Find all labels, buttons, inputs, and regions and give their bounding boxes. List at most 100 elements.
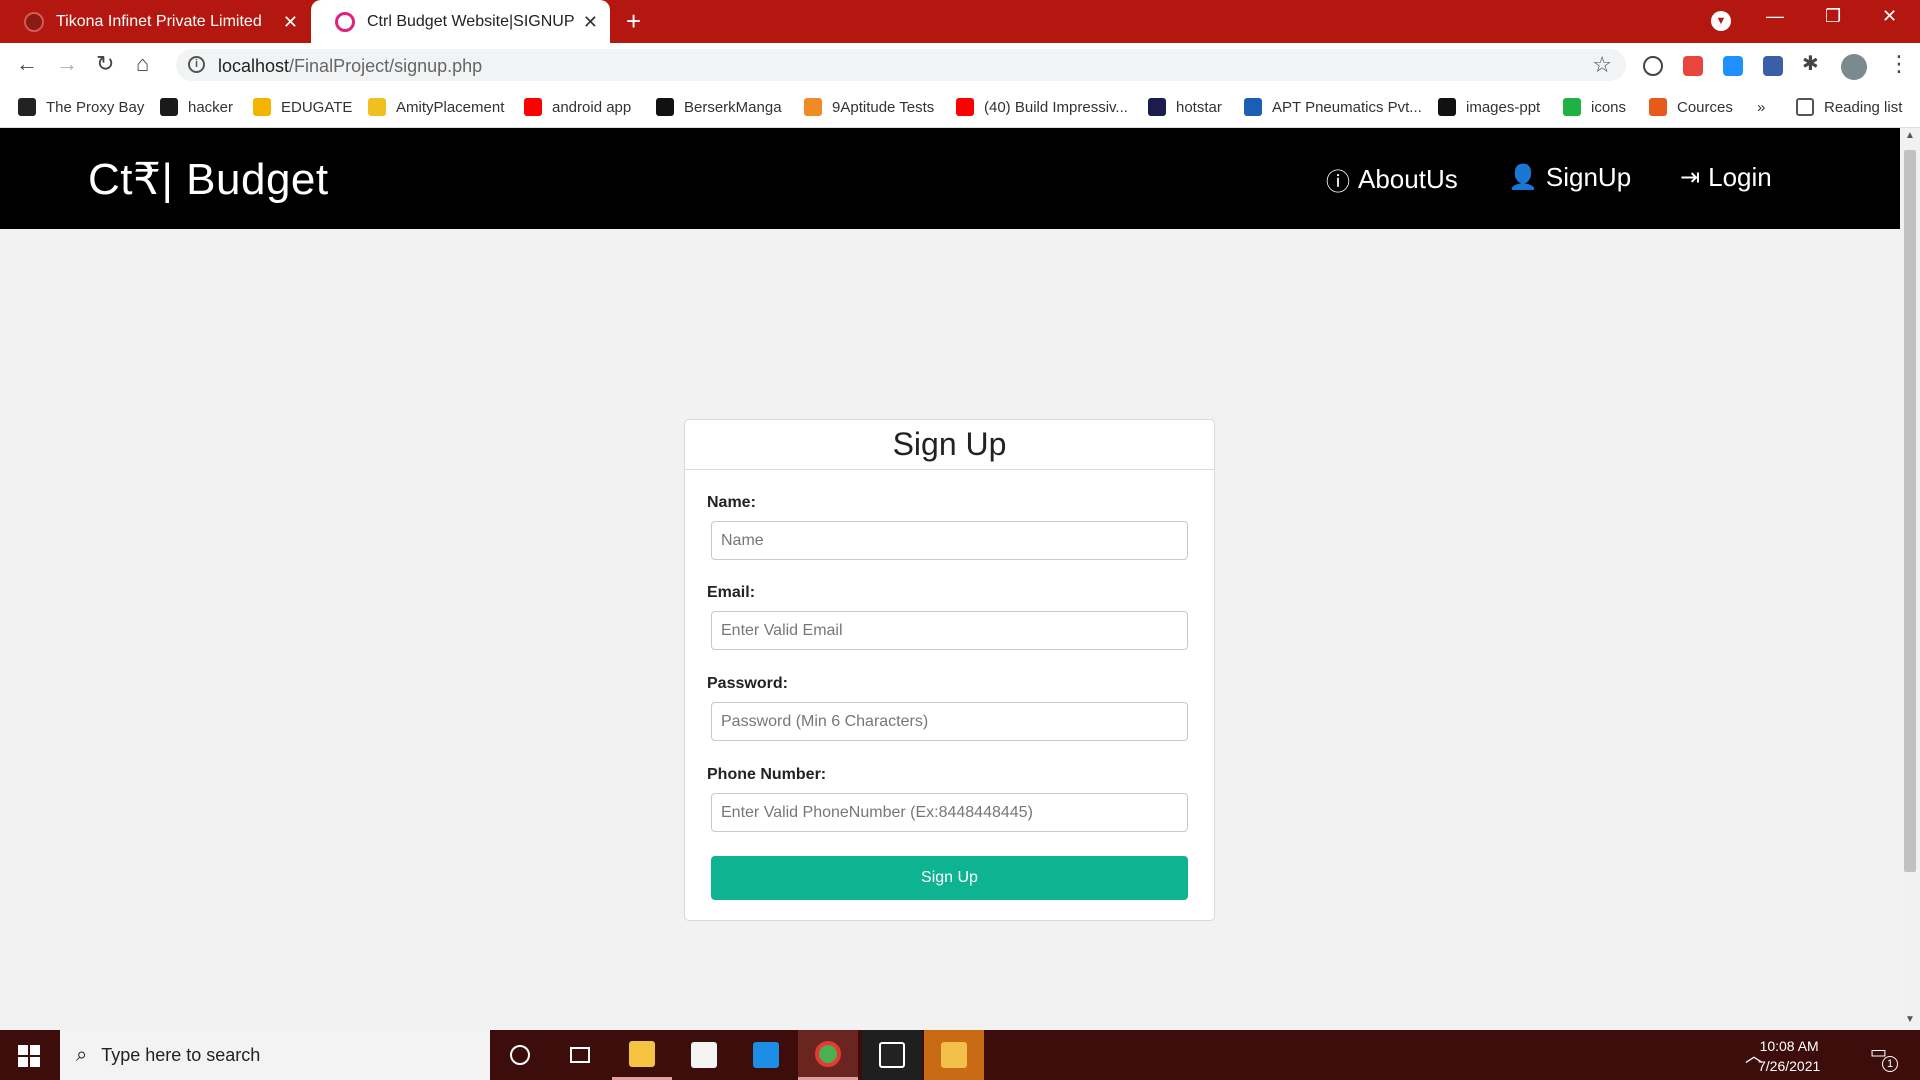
phone-input[interactable] bbox=[711, 793, 1188, 832]
info-circle-icon: ⓘ bbox=[1326, 169, 1350, 196]
bookmarks-overflow-icon[interactable]: » bbox=[1757, 96, 1765, 118]
taskbar-clock[interactable]: 10:08 AM 7/26/2021 bbox=[1758, 1036, 1820, 1076]
tab-search-icon[interactable]: ▼ bbox=[1711, 11, 1731, 31]
bookmark-label: hacker bbox=[188, 98, 234, 116]
notification-count-badge: 1 bbox=[1882, 1056, 1898, 1072]
new-tab-button[interactable]: + bbox=[626, 8, 641, 34]
apt-icon bbox=[1244, 98, 1262, 116]
browser-toolbar: ← → ↻ ⌂ i localhost/FinalProject/signup.… bbox=[0, 43, 1920, 86]
nav-login[interactable]: ⇥ Login bbox=[1680, 162, 1772, 193]
cortana-icon[interactable] bbox=[490, 1030, 550, 1080]
bookmark-label: android app bbox=[552, 98, 632, 116]
close-tab-icon[interactable]: ✕ bbox=[583, 13, 598, 31]
close-tab-icon[interactable]: ✕ bbox=[283, 13, 298, 31]
email-input[interactable] bbox=[711, 611, 1188, 650]
windows-start-icon[interactable] bbox=[18, 1045, 40, 1067]
page-scrollbar[interactable]: ▲ ▼ bbox=[1900, 128, 1920, 1030]
store-icon[interactable] bbox=[674, 1030, 734, 1080]
windows-taskbar: ⌕ Type here to search ︿ 10:08 AM 7/26/20… bbox=[0, 1030, 1920, 1080]
bookmark-item[interactable]: 9Aptitude Tests bbox=[804, 96, 934, 118]
bookmark-label: APT Pneumatics Pvt... bbox=[1272, 98, 1422, 116]
windows-extension-icon[interactable] bbox=[1723, 56, 1743, 76]
phone-label: Phone Number: bbox=[707, 766, 827, 783]
mc-icon bbox=[656, 98, 674, 116]
mail-icon[interactable] bbox=[736, 1030, 796, 1080]
youtube-icon bbox=[524, 98, 542, 116]
unsplash-icon bbox=[1438, 98, 1456, 116]
extensions-puzzle-icon[interactable]: ✱ bbox=[1802, 52, 1819, 76]
taskbar-search-placeholder: Type here to search bbox=[101, 1044, 261, 1065]
site-info-icon[interactable]: i bbox=[188, 56, 205, 73]
browser-tab-active[interactable]: Ctrl Budget Website|SIGNUP ✕ bbox=[311, 0, 610, 43]
password-input[interactable] bbox=[711, 702, 1188, 741]
taskbar-search-box[interactable]: ⌕ Type here to search bbox=[60, 1030, 490, 1080]
scroll-down-icon[interactable]: ▼ bbox=[1905, 1014, 1915, 1025]
login-icon: ⇥ bbox=[1680, 164, 1701, 191]
url-text[interactable]: localhost/FinalProject/signup.php bbox=[218, 56, 482, 77]
task-view-icon[interactable] bbox=[550, 1030, 610, 1080]
bookmark-label: 9Aptitude Tests bbox=[832, 98, 935, 116]
name-input[interactable] bbox=[711, 521, 1188, 560]
email-label: Email: bbox=[707, 584, 756, 601]
globe-favicon-icon bbox=[24, 11, 44, 32]
chrome-icon[interactable] bbox=[798, 1030, 858, 1080]
address-bar[interactable]: i localhost/FinalProject/signup.php ☆ bbox=[176, 49, 1626, 81]
w-icon bbox=[804, 98, 822, 116]
site-navbar: Ct₹| Budget ⓘ AboutUs 👤 SignUp ⇥ Login bbox=[0, 128, 1900, 229]
user-icon: 👤 bbox=[1508, 164, 1538, 191]
site-brand[interactable]: Ct₹| Budget bbox=[88, 154, 329, 205]
browser-tab[interactable]: Tikona Infinet Private Limited ✕ bbox=[0, 0, 310, 43]
forward-icon[interactable]: → bbox=[56, 52, 78, 76]
tab-title: Ctrl Budget Website|SIGNUP bbox=[367, 12, 575, 30]
bookmark-item[interactable]: APT Pneumatics Pvt... bbox=[1244, 96, 1422, 118]
scroll-up-icon[interactable]: ▲ bbox=[1905, 130, 1915, 141]
bookmark-item[interactable]: hacker bbox=[160, 96, 233, 118]
nav-label: SignUp bbox=[1545, 162, 1632, 192]
sign-up-button[interactable]: Sign Up bbox=[711, 856, 1188, 900]
bookmark-label: The Proxy Bay bbox=[46, 98, 145, 116]
close-window-icon[interactable]: ✕ bbox=[1882, 6, 1897, 27]
home-icon[interactable]: ⌂ bbox=[136, 52, 149, 76]
back-icon[interactable]: ← bbox=[16, 52, 38, 76]
bookmark-item[interactable]: icons bbox=[1563, 96, 1626, 118]
clock-date: 7/26/2021 bbox=[1758, 1058, 1821, 1074]
name-label: Name: bbox=[707, 494, 756, 511]
edugate-icon bbox=[253, 98, 271, 116]
block-extension-icon[interactable] bbox=[1643, 56, 1663, 76]
pirate-ship-icon bbox=[18, 98, 36, 116]
cube-extension-icon[interactable] bbox=[1763, 56, 1783, 76]
bh-icon bbox=[1148, 98, 1166, 116]
nav-about-us[interactable]: ⓘ AboutUs bbox=[1326, 162, 1458, 197]
file-explorer-icon[interactable] bbox=[612, 1030, 672, 1080]
cube-app-icon[interactable] bbox=[924, 1030, 984, 1080]
bookmark-item[interactable]: EDUGATE bbox=[253, 96, 352, 118]
bookmark-item[interactable]: AmityPlacement bbox=[368, 96, 504, 118]
reload-icon[interactable]: ↻ bbox=[96, 52, 114, 76]
epic-games-icon[interactable] bbox=[862, 1030, 922, 1080]
profile-avatar[interactable] bbox=[1841, 54, 1867, 80]
bookmark-item[interactable]: (40) Build Impressiv... bbox=[956, 96, 1128, 118]
courses-icon bbox=[1649, 98, 1667, 116]
minimize-icon[interactable]: — bbox=[1766, 6, 1784, 27]
restore-icon[interactable]: ❐ bbox=[1825, 6, 1841, 27]
icons8-icon bbox=[1563, 98, 1581, 116]
bookmark-star-icon[interactable]: ☆ bbox=[1592, 52, 1612, 78]
bookmark-item[interactable]: Cources bbox=[1649, 96, 1733, 118]
bookmark-item[interactable]: BerserkManga bbox=[656, 96, 782, 118]
bookmark-item[interactable]: android app bbox=[524, 96, 631, 118]
shield-extension-icon[interactable] bbox=[1683, 56, 1703, 76]
bookmark-label: AmityPlacement bbox=[396, 98, 505, 116]
bookmark-item[interactable]: hotstar bbox=[1148, 96, 1222, 118]
reading-list-button[interactable]: Reading list bbox=[1796, 96, 1902, 118]
bookmark-label: EDUGATE bbox=[281, 98, 353, 116]
nav-sign-up[interactable]: 👤 SignUp bbox=[1508, 162, 1631, 193]
menu-kebab-icon[interactable]: ⋮ bbox=[1888, 52, 1910, 76]
youtube-icon bbox=[956, 98, 974, 116]
amity-shield-icon bbox=[368, 98, 386, 116]
bookmarks-bar: The Proxy Bay hacker EDUGATE AmityPlacement… bbox=[0, 86, 1920, 128]
bookmark-item[interactable]: The Proxy Bay bbox=[18, 96, 144, 118]
signup-title: Sign Up bbox=[685, 420, 1214, 470]
scrollbar-thumb[interactable] bbox=[1904, 150, 1916, 872]
bookmark-item[interactable]: images-ppt bbox=[1438, 96, 1540, 118]
signup-card: Sign Up Name: Email: Password: Phone Num… bbox=[684, 419, 1215, 921]
